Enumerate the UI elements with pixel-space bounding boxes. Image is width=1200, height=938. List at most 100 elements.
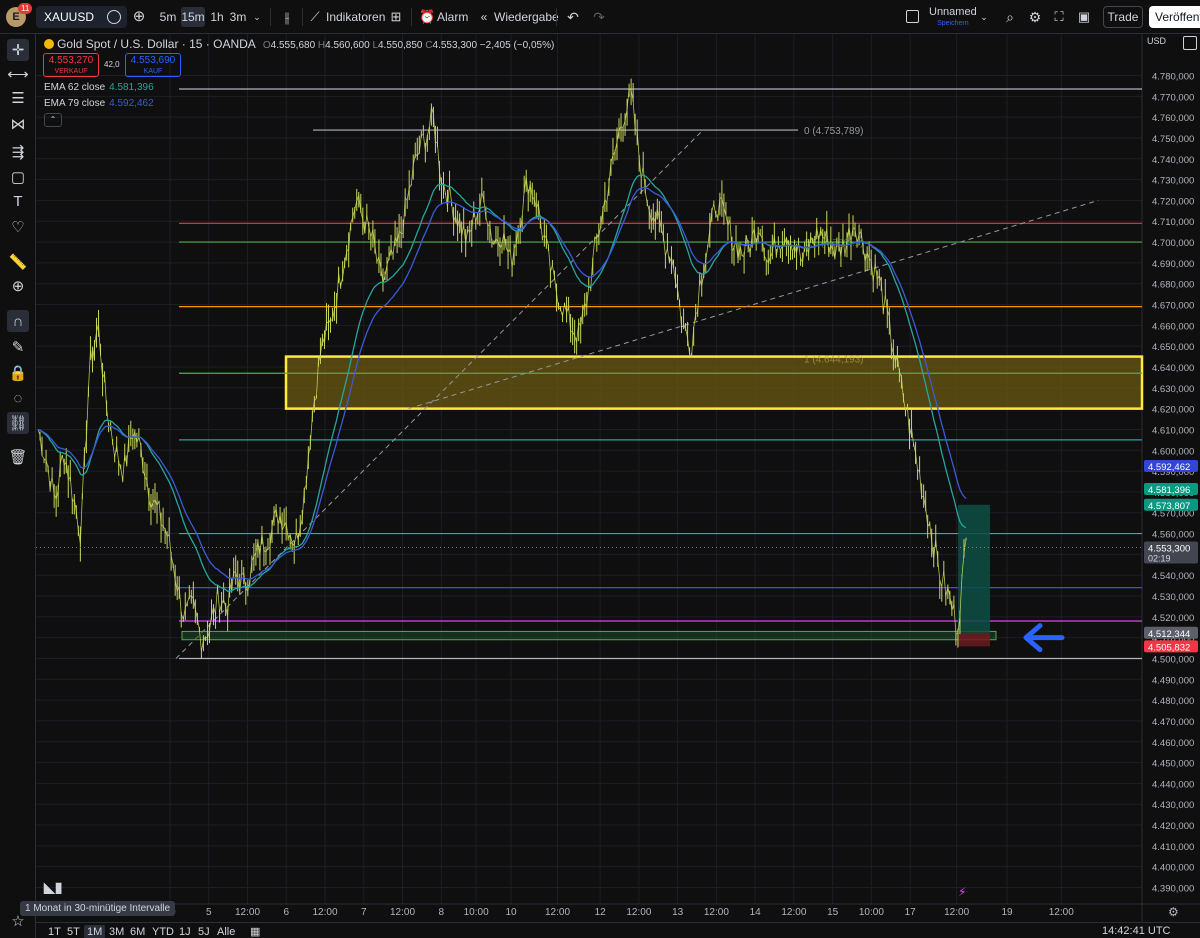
range-1M[interactable]: 1M xyxy=(84,925,106,938)
ruler-icon[interactable]: 📏 xyxy=(7,251,29,273)
range-1T[interactable]: 1T xyxy=(45,925,64,938)
time-tick-label: 10:00 xyxy=(464,907,489,918)
price-tick-label: 4.540,000 xyxy=(1152,571,1194,582)
time-tick-label: 15 xyxy=(827,907,839,918)
price-tick-label: 4.620,000 xyxy=(1152,405,1194,416)
candle-type-icon[interactable]: ⫲ xyxy=(277,7,297,27)
trash-icon[interactable]: 🗑 xyxy=(7,446,29,468)
lightning-icon[interactable]: ⚡ xyxy=(958,885,966,899)
link-icon[interactable]: ⛓ xyxy=(7,412,29,434)
price-label-text: 4.512,344 xyxy=(1148,629,1190,640)
range-5J[interactable]: 5J xyxy=(195,925,213,938)
price-tick-label: 4.710,000 xyxy=(1152,217,1194,228)
loss-zone-rect[interactable] xyxy=(958,632,990,647)
range-3M[interactable]: 3M xyxy=(106,925,127,938)
price-tick-label: 4.730,000 xyxy=(1152,176,1194,187)
interval-5m[interactable]: 5m xyxy=(156,7,180,27)
price-label-text: 4.581,396 xyxy=(1148,485,1190,496)
axis-settings-icon[interactable]: ⚙ xyxy=(1168,905,1179,919)
time-tick-label: 10 xyxy=(505,907,517,918)
trend-line-icon[interactable]: ⟷ xyxy=(7,63,29,85)
layout-checkbox[interactable] xyxy=(906,10,919,23)
price-tick-label: 4.640,000 xyxy=(1152,363,1194,374)
price-tick-label: 4.390,000 xyxy=(1152,884,1194,895)
price-tick-label: 4.760,000 xyxy=(1152,113,1194,124)
price-tick-label: 4.690,000 xyxy=(1152,259,1194,270)
publish-button[interactable]: Veröffentl xyxy=(1149,6,1200,28)
watch-icon[interactable] xyxy=(107,10,121,24)
range-YTD[interactable]: YTD xyxy=(149,925,177,938)
text-icon[interactable]: T xyxy=(7,190,29,212)
chevron-down-icon[interactable]: ⌄ xyxy=(978,7,990,27)
drawing-mode-icon[interactable]: ✎ xyxy=(7,336,29,358)
price-tick-label: 4.440,000 xyxy=(1152,779,1194,790)
magnet-icon[interactable]: ∩ xyxy=(7,310,29,332)
interval-1h[interactable]: 1h xyxy=(207,7,227,27)
templates-icon[interactable]: ⊞ xyxy=(388,7,404,27)
range-6M[interactable]: 6M xyxy=(127,925,148,938)
replay-button[interactable]: Wiedergabe xyxy=(494,7,559,27)
supply-zone-rect[interactable] xyxy=(284,355,1144,410)
buy-price: 4.553,690 xyxy=(130,55,176,66)
fib-retracement-icon[interactable]: ☰ xyxy=(7,87,29,109)
time-tick-label: 13 xyxy=(672,907,684,918)
forecast-icon[interactable]: ⇶ xyxy=(7,141,29,163)
price-chart[interactable]: 0 (4.753,789)0,5 (4.700,...)1 (4.644,193… xyxy=(36,34,1200,922)
redo-icon[interactable]: ↷ xyxy=(591,7,607,27)
hide-icon[interactable]: ◌ xyxy=(7,387,29,409)
indicators-button[interactable]: Indikatoren xyxy=(326,7,385,27)
trade-button[interactable]: Trade xyxy=(1103,6,1143,28)
indicators-icon[interactable]: ⟋ xyxy=(308,7,322,27)
price-tick-label: 4.670,000 xyxy=(1152,301,1194,312)
chevron-up-icon[interactable]: ⌃ xyxy=(44,113,62,127)
alarm-icon[interactable]: ⏰ xyxy=(419,7,435,27)
ema62-legend[interactable]: EMA 62 close 4.581,396 xyxy=(44,82,154,93)
price-tick-label: 4.410,000 xyxy=(1152,842,1194,853)
camera-icon[interactable]: ▣ xyxy=(1075,7,1093,27)
alarm-button[interactable]: Alarm xyxy=(437,7,468,27)
high-value: 4.560,600 xyxy=(325,40,370,51)
buy-button[interactable]: 4.553,690 KAUF xyxy=(125,53,181,77)
time-tick-label: 19 xyxy=(1001,907,1013,918)
layout-name-menu[interactable]: Unnamed Speichern xyxy=(929,7,977,29)
range-1J[interactable]: 1J xyxy=(176,925,194,938)
currency-select[interactable]: USD xyxy=(1147,36,1171,50)
time-tick-label: 12:00 xyxy=(704,907,729,918)
pattern-icon[interactable]: ⋈ xyxy=(7,113,29,135)
change-value: −2,405 (−0,05%) xyxy=(479,40,555,51)
zoom-icon[interactable]: ⊕ xyxy=(7,275,29,297)
layout-icon[interactable] xyxy=(1183,36,1197,50)
lock-icon[interactable]: 🔒 xyxy=(7,362,29,384)
crosshair-icon[interactable]: ✛ xyxy=(7,39,29,61)
price-tick-label: 4.530,000 xyxy=(1152,592,1194,603)
utc-clock[interactable]: 14:42:41 UTC xyxy=(1102,925,1170,937)
price-tick-label: 4.740,000 xyxy=(1152,155,1194,166)
range-Alle[interactable]: Alle xyxy=(214,925,238,938)
price-tick-label: 4.420,000 xyxy=(1152,821,1194,832)
add-symbol-icon[interactable]: ⊕ xyxy=(131,7,147,27)
divider xyxy=(411,8,412,26)
symbol-search[interactable]: XAUUSD xyxy=(36,6,127,28)
time-tick-label: 6 xyxy=(283,907,289,918)
chart-legend: Gold Spot / U.S. Dollar · 15 · OANDA O4.… xyxy=(44,37,554,51)
price-tick-label: 4.450,000 xyxy=(1152,759,1194,770)
close-value: 4.553,300 xyxy=(432,40,478,51)
demand-zone-rect[interactable] xyxy=(181,630,997,641)
chevron-down-icon[interactable]: ⌄ xyxy=(250,7,264,27)
time-tick-label: 10:00 xyxy=(859,907,884,918)
search-icon[interactable]: ⌕ xyxy=(1001,7,1019,27)
range-5T[interactable]: 5T xyxy=(64,925,83,938)
price-tick-label: 4.660,000 xyxy=(1152,321,1194,332)
fullscreen-icon[interactable]: ⛶ xyxy=(1050,7,1068,27)
calendar-icon[interactable]: ▦ xyxy=(247,925,263,938)
favorite-icon[interactable]: ♡ xyxy=(7,216,29,238)
undo-icon[interactable]: ↶ xyxy=(565,7,581,27)
legend-title[interactable]: Gold Spot / U.S. Dollar · 15 · OANDA xyxy=(57,37,256,51)
replay-icon[interactable]: « xyxy=(476,7,492,27)
interval-15m[interactable]: 15m xyxy=(181,7,205,27)
settings-icon[interactable]: ⚙ xyxy=(1026,7,1044,27)
shapes-icon[interactable]: ▢ xyxy=(7,166,29,188)
interval-3m[interactable]: 3m xyxy=(228,7,248,27)
ema79-legend[interactable]: EMA 79 close 4.592,462 xyxy=(44,98,154,109)
sell-button[interactable]: 4.553,270 VERKAUF xyxy=(43,53,99,77)
